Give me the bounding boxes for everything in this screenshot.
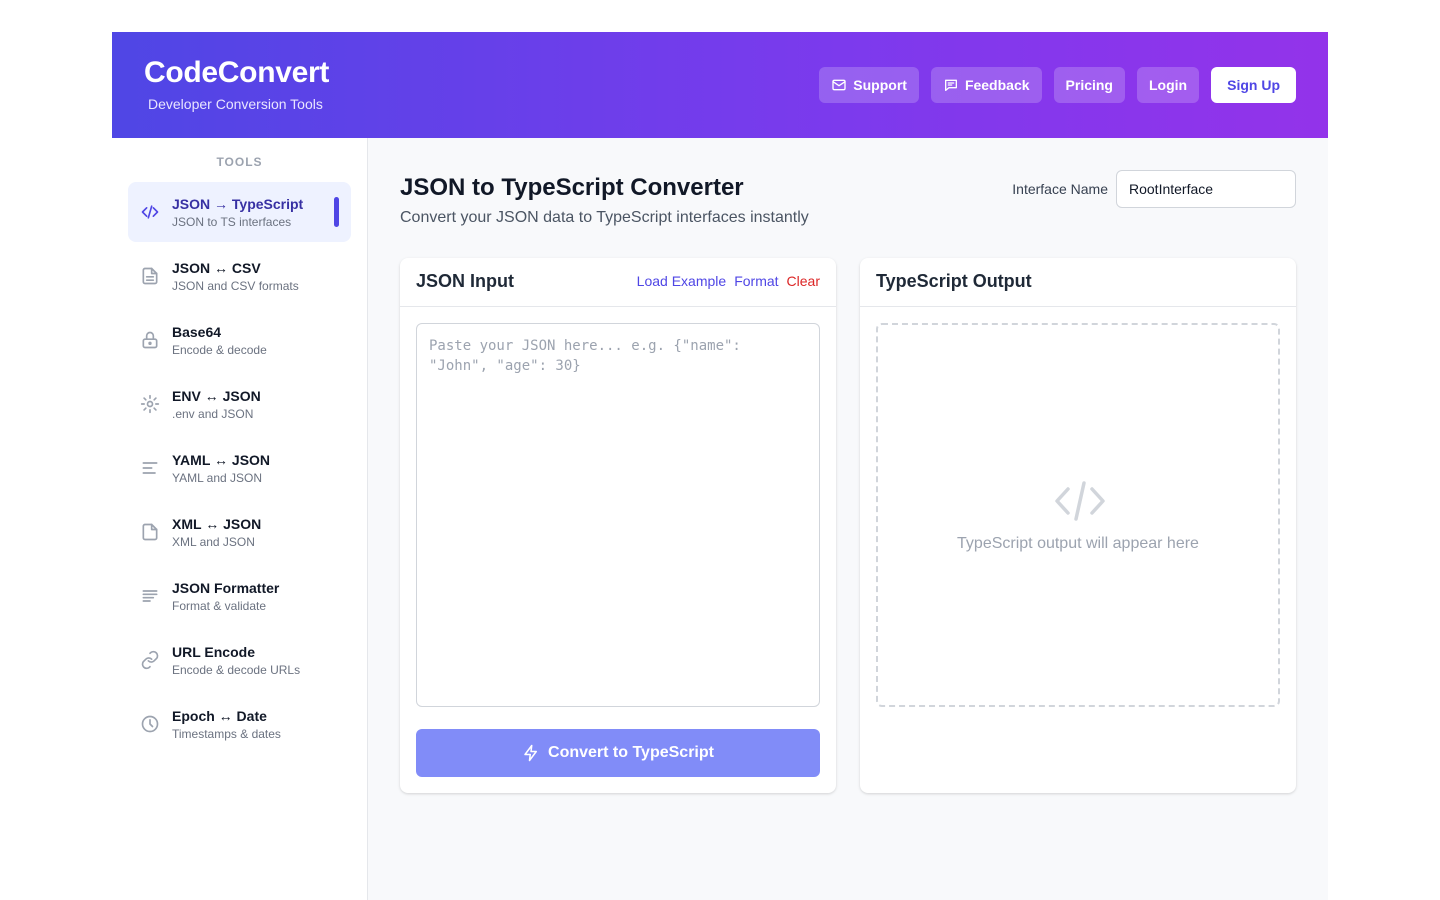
mail-icon (832, 79, 846, 91)
json-input-panel: JSON Input Load Example Format Clear Con… (400, 258, 836, 793)
clock-icon (141, 715, 159, 733)
sidebar-item-desc: Timestamps & dates (172, 727, 281, 741)
active-indicator (334, 197, 339, 227)
output-empty-text: TypeScript output will appear here (957, 535, 1199, 552)
convert-button[interactable]: Convert to TypeScript (416, 729, 820, 777)
sidebar-item-label: URL Encode (172, 644, 255, 660)
sidebar-item-desc: YAML and JSON (172, 471, 263, 485)
output-placeholder: TypeScript output will appear here (876, 323, 1280, 707)
panel-header: TypeScript Output (860, 258, 1296, 307)
signup-button[interactable]: Sign Up (1211, 67, 1296, 103)
sidebar-item-label: JSON ↔ CSV (172, 260, 261, 276)
interface-name-group: Interface Name (1012, 170, 1296, 208)
typescript-output-panel: TypeScript Output TypeScript output will… (860, 258, 1296, 793)
file-text-icon (142, 267, 158, 285)
pricing-button[interactable]: Pricing (1053, 67, 1125, 103)
link-icon (141, 650, 159, 670)
sidebar-item-desc: Encode & decode URLs (172, 663, 301, 677)
interface-name-label: Interface Name (1012, 181, 1108, 197)
page-subtitle: Convert your JSON data to TypeScript int… (400, 209, 809, 226)
code-icon (141, 205, 159, 219)
lightning-icon (524, 744, 538, 762)
sidebar-item-desc: JSON and CSV formats (172, 279, 299, 293)
sidebar-item-label: Base64 (172, 324, 222, 340)
brand-logo[interactable]: CodeConvert (144, 56, 329, 90)
json-input-textarea[interactable] (416, 323, 820, 707)
sidebar-item-base64[interactable]: Base64 Encode & decode (128, 310, 351, 370)
interface-name-input[interactable] (1116, 170, 1296, 208)
sidebar-item-desc: JSON to TS interfaces (172, 215, 292, 229)
load-example-button[interactable]: Load Example (637, 273, 727, 289)
app-window: CodeConvert Developer Conversion Tools S… (112, 32, 1328, 900)
panel-header: JSON Input Load Example Format Clear (400, 258, 836, 307)
panel-actions: Load Example Format Clear (637, 273, 820, 289)
sidebar-item-env-json[interactable]: ENV ↔ JSON .env and JSON (128, 374, 351, 434)
format-button[interactable]: Format (734, 273, 778, 289)
header-nav: Support Feedback Pricing Login Sign Up (819, 67, 1296, 103)
sidebar-item-label: JSON Formatter (172, 580, 280, 596)
sidebar-item-desc: Encode & decode (172, 343, 267, 357)
sidebar-item-json-typescript[interactable]: JSON → TypeScript JSON to TS interfaces (128, 182, 351, 242)
tool-list: JSON → TypeScript JSON to TS interfaces … (128, 182, 351, 758)
gear-icon (140, 394, 160, 414)
sidebar-item-url-encode[interactable]: URL Encode Encode & decode URLs (128, 630, 351, 690)
login-label: Login (1149, 77, 1188, 93)
sidebar-item-label: Epoch ↔ Date (172, 708, 267, 724)
sidebar-item-json-formatter[interactable]: JSON Formatter Format & validate (128, 566, 351, 626)
feedback-label: Feedback (964, 77, 1030, 93)
brand-tagline: Developer Conversion Tools (148, 96, 323, 112)
pricing-label: Pricing (1065, 77, 1113, 93)
sidebar-item-label: YAML ↔ JSON (172, 452, 271, 468)
page-title: JSON to TypeScript Converter (400, 174, 744, 201)
sidebar-item-yaml-json[interactable]: YAML ↔ JSON YAML and JSON (128, 438, 351, 498)
sidebar-item-xml-json[interactable]: XML ↔ JSON XML and JSON (128, 502, 351, 562)
sidebar-heading: TOOLS (216, 155, 263, 169)
lines-icon (142, 590, 158, 602)
code-icon (1055, 481, 1105, 521)
sidebar-item-epoch-date[interactable]: Epoch ↔ Date Timestamps & dates (128, 694, 351, 754)
clear-button[interactable]: Clear (787, 273, 820, 289)
sidebar-item-label: JSON → TypeScript (172, 196, 304, 212)
support-label: Support (853, 77, 907, 93)
sidebar: TOOLS JSON → TypeScript JSON to TS inter… (112, 138, 368, 900)
lock-icon (142, 331, 158, 349)
feedback-button[interactable]: Feedback (930, 67, 1042, 103)
align-left-icon (142, 462, 158, 474)
panel-title: JSON Input (416, 271, 514, 291)
sidebar-item-json-csv[interactable]: JSON ↔ CSV JSON and CSV formats (128, 246, 351, 306)
top-header: CodeConvert Developer Conversion Tools S… (112, 32, 1328, 138)
sidebar-item-desc: .env and JSON (172, 407, 254, 421)
signup-label: Sign Up (1227, 77, 1280, 93)
sidebar-item-label: XML ↔ JSON (172, 516, 262, 532)
sidebar-item-desc: Format & validate (172, 599, 267, 613)
sidebar-item-label: ENV ↔ JSON (172, 388, 261, 404)
convert-button-label: Convert to TypeScript (548, 744, 714, 761)
file-icon (142, 523, 158, 541)
panel-title: TypeScript Output (876, 271, 1032, 291)
chat-icon (944, 79, 957, 91)
support-button[interactable]: Support (819, 67, 919, 103)
login-button[interactable]: Login (1137, 67, 1200, 103)
sidebar-item-desc: XML and JSON (172, 535, 255, 549)
